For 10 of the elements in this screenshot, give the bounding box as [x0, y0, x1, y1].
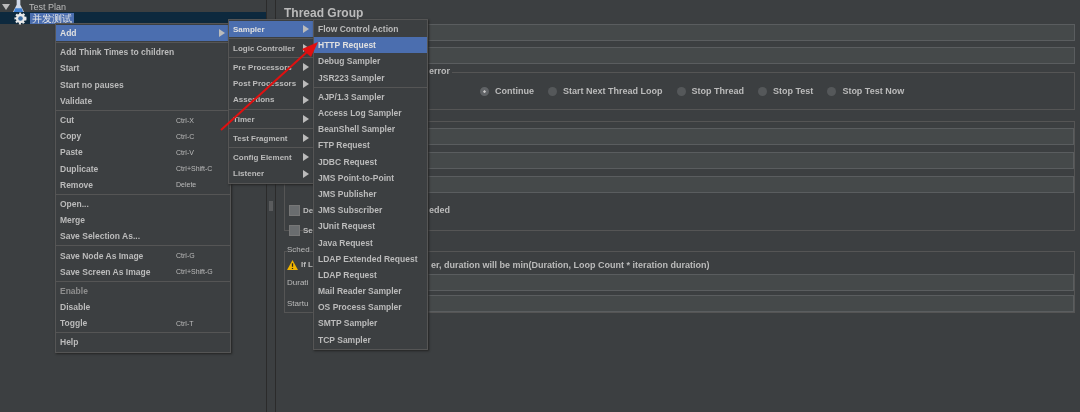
- checkbox-label: Se: [303, 225, 313, 235]
- warning-text: er, duration will be min(Duration, Loop Count * iteration duration): [431, 259, 710, 270]
- fieldset-legend: Sched: [287, 245, 310, 254]
- field-label: Durati: [287, 278, 310, 287]
- panel-title: Thread Group: [284, 6, 365, 22]
- fieldset-legend: error: [427, 66, 452, 76]
- field-label: Startu: [287, 299, 310, 308]
- checkbox-label: eded: [429, 205, 450, 215]
- checkbox-label: De: [303, 205, 314, 215]
- warning-text: If L: [301, 260, 313, 269]
